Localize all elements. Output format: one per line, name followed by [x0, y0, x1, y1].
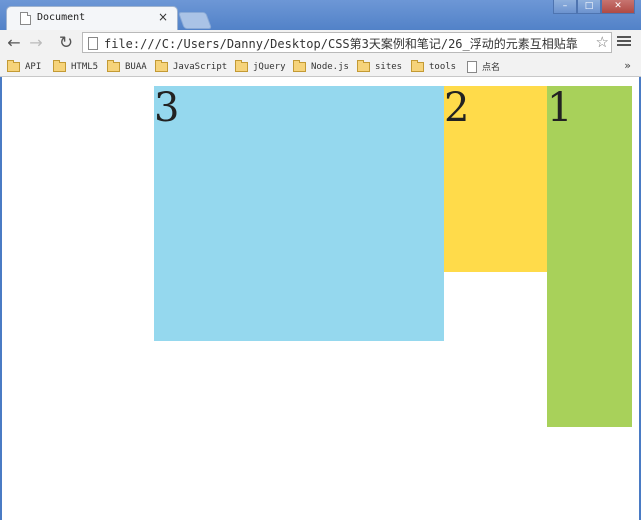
bookmark-label: API: [25, 61, 42, 72]
bookmark-label: sites: [375, 61, 403, 72]
bookmark-jquery[interactable]: jQuery: [235, 59, 286, 74]
menu-icon[interactable]: [617, 34, 631, 50]
close-window-button[interactable]: ✕: [601, 0, 635, 14]
window-controls: – □ ✕: [553, 0, 635, 14]
bookmark-label: JavaScript: [173, 61, 228, 72]
title-bar: Document × – □ ✕: [0, 0, 641, 30]
folder-icon: [155, 60, 168, 72]
box-label: 3: [154, 85, 180, 131]
bookmark-label: tools: [429, 61, 457, 72]
minimize-button[interactable]: –: [553, 0, 577, 14]
maximize-button[interactable]: □: [577, 0, 601, 14]
new-tab-button[interactable]: [177, 12, 213, 29]
bookmark-nodejs[interactable]: Node.js: [293, 59, 349, 74]
document-icon: [20, 12, 31, 25]
folder-icon: [7, 60, 20, 72]
box-label: 2: [444, 85, 470, 131]
folder-icon: [235, 60, 248, 72]
address-bar[interactable]: file:///C:/Users/Danny/Desktop/CSS第3天案例和…: [82, 32, 612, 53]
float-box-2: 2: [444, 86, 547, 272]
reload-icon[interactable]: ↻: [56, 33, 76, 53]
bookmark-javascript[interactable]: JavaScript: [155, 59, 227, 74]
page-icon: [467, 60, 477, 73]
bookmark-sites[interactable]: sites: [357, 59, 402, 74]
bookmark-dianming[interactable]: 点名: [467, 59, 500, 74]
folder-icon: [53, 60, 66, 72]
page-icon: [88, 37, 98, 50]
folder-icon: [107, 60, 120, 72]
tab-title: Document: [37, 12, 86, 23]
float-box-1: 1: [547, 86, 632, 427]
back-arrow-icon[interactable]: ←: [4, 33, 24, 53]
url-text[interactable]: file:///C:/Users/Danny/Desktop/CSS第3天案例和…: [104, 35, 578, 52]
folder-icon: [293, 60, 306, 72]
bookmark-api[interactable]: API: [7, 59, 41, 74]
forward-arrow-icon[interactable]: →: [26, 33, 46, 53]
tab-document[interactable]: Document ×: [6, 6, 178, 30]
bookmark-label: 点名: [482, 63, 501, 73]
bookmark-label: BUAA: [125, 61, 147, 72]
bookmark-label: Node.js: [311, 61, 349, 72]
box-label: 1: [547, 85, 573, 131]
folder-icon: [357, 60, 370, 72]
bookmark-label: jQuery: [253, 61, 286, 72]
folder-icon: [411, 60, 424, 72]
bookmark-star-icon[interactable]: ☆: [593, 33, 609, 51]
bookmarks-bar: API HTML5 BUAA JavaScript jQuery Node.js…: [0, 56, 641, 77]
bookmark-tools[interactable]: tools: [411, 59, 456, 74]
page-content: 3 2 1: [2, 77, 639, 520]
close-tab-icon[interactable]: ×: [158, 10, 168, 24]
toolbar: ← → ↻ file:///C:/Users/Danny/Desktop/CSS…: [0, 30, 641, 56]
float-box-3: 3: [154, 86, 444, 341]
bookmark-buaa[interactable]: BUAA: [107, 59, 147, 74]
bookmark-html5[interactable]: HTML5: [53, 59, 98, 74]
more-bookmarks-icon[interactable]: »: [624, 59, 631, 72]
bookmark-label: HTML5: [71, 61, 99, 72]
